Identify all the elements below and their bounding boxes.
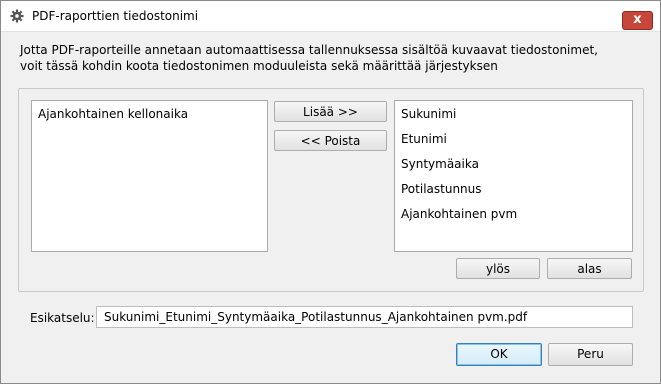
- list-item[interactable]: Potilastunnus: [401, 182, 482, 196]
- preview-field[interactable]: Sukunimi_Etunimi_Syntymäaika_Potilastunn…: [96, 306, 633, 328]
- add-button[interactable]: Lisää >>: [274, 101, 387, 122]
- description-text: Jotta PDF-raporteille annetaan automaatt…: [20, 42, 598, 74]
- close-button[interactable]: x: [622, 11, 653, 30]
- dialog-window: PDF-raporttien tiedostonimi x Jotta PDF-…: [0, 0, 661, 384]
- gear-icon: [10, 9, 24, 23]
- list-item[interactable]: Etunimi: [401, 132, 447, 146]
- list-item[interactable]: Sukunimi: [401, 107, 456, 121]
- list-item[interactable]: Ajankohtainen kellonaika: [38, 107, 188, 121]
- remove-button[interactable]: << Poista: [274, 130, 387, 151]
- description-line-2: voit tässä kohdin koota tiedostonimen mo…: [20, 59, 498, 73]
- cancel-button[interactable]: Peru: [548, 343, 633, 366]
- preview-label: Esikatselu:: [30, 311, 95, 325]
- available-modules-list[interactable]: Ajankohtainen kellonaika: [31, 100, 268, 252]
- move-up-button[interactable]: ylös: [456, 258, 540, 279]
- list-item[interactable]: Ajankohtainen pvm: [401, 207, 517, 221]
- window-title: PDF-raporttien tiedostonimi: [32, 9, 199, 23]
- title-bar: PDF-raporttien tiedostonimi x: [1, 1, 660, 32]
- selected-modules-list[interactable]: Sukunimi Etunimi Syntymäaika Potilastunn…: [394, 100, 633, 252]
- list-item[interactable]: Syntymäaika: [401, 157, 479, 171]
- ok-button[interactable]: OK: [456, 343, 542, 366]
- move-down-button[interactable]: alas: [547, 258, 632, 279]
- description-line-1: Jotta PDF-raporteille annetaan automaatt…: [20, 43, 598, 57]
